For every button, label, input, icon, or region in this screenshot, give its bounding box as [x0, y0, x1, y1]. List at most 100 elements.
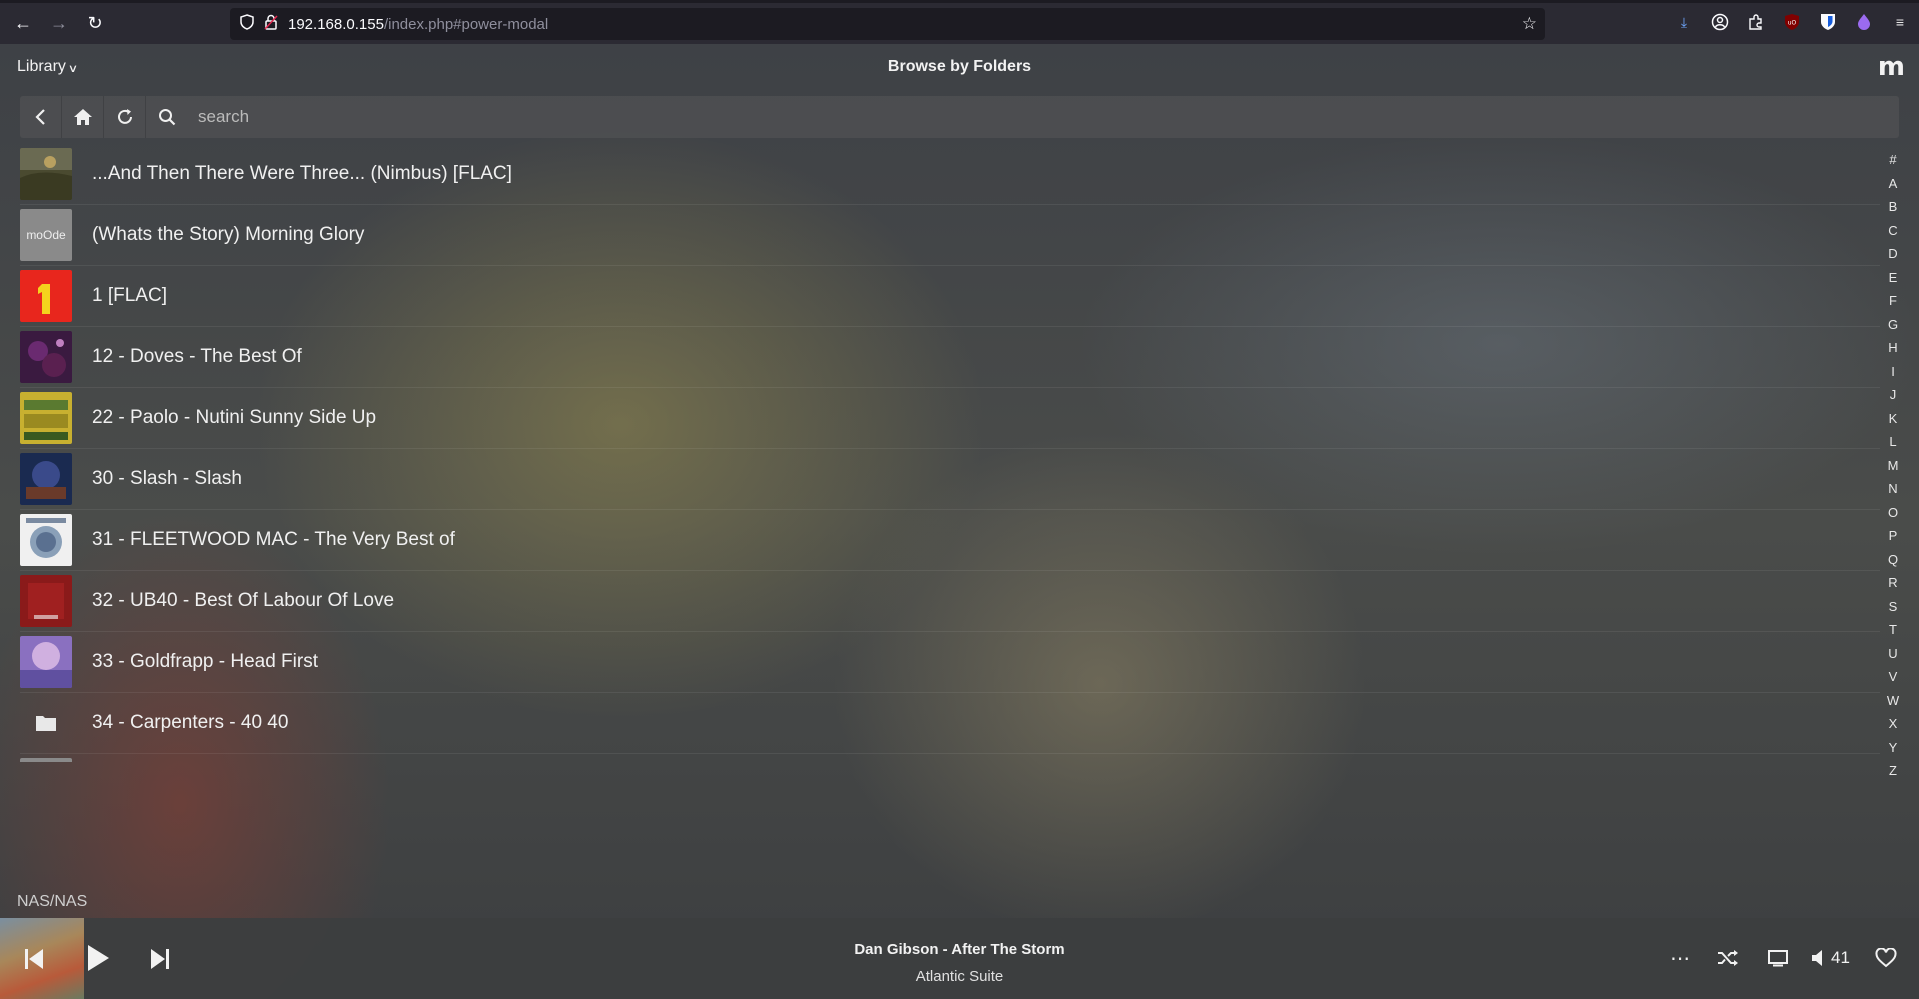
folder-label: 33 - Goldfrapp - Head First: [92, 651, 318, 672]
folder-label: 32 - UB40 - Best Of Labour Of Love: [92, 590, 395, 611]
forward-icon[interactable]: →: [41, 6, 77, 42]
alphabet-index-letter[interactable]: A: [1889, 172, 1898, 196]
alphabet-index-letter[interactable]: L: [1889, 430, 1896, 454]
now-playing-title[interactable]: Dan Gibson - After The Storm: [0, 941, 1919, 958]
alphabet-index-letter[interactable]: D: [1888, 242, 1897, 266]
shuffle-icon[interactable]: [1714, 945, 1742, 971]
folder-row[interactable]: 30 - Slash - Slash: [20, 449, 1880, 510]
folder-row[interactable]: 32 - UB40 - Best Of Labour Of Love: [20, 571, 1880, 632]
search-icon[interactable]: [146, 96, 188, 138]
menu-hamburger-icon[interactable]: ≡: [1891, 13, 1909, 31]
album-cover-thumbnail: [20, 392, 72, 444]
album-cover-thumbnail: [20, 514, 72, 566]
now-playing-album[interactable]: Atlantic Suite: [0, 968, 1919, 985]
alphabet-index-letter[interactable]: C: [1888, 219, 1897, 243]
alphabet-index-letter[interactable]: Z: [1889, 759, 1897, 783]
alphabet-index-letter[interactable]: Q: [1888, 548, 1898, 572]
alphabet-index-letter[interactable]: N: [1888, 477, 1897, 501]
more-options-icon[interactable]: ⋯: [1666, 946, 1694, 970]
moode-app: Library ∨ Browse by Folders m ...And The…: [0, 44, 1919, 999]
folder-label: 34 - Carpenters - 40 40: [92, 712, 289, 733]
folder-label: ...And Then There Were Three... (Nimbus)…: [92, 163, 512, 184]
folder-row[interactable]: moOde37 Days: [20, 754, 1880, 762]
folder-label: 1 [FLAC]: [92, 285, 167, 306]
folder-label: 22 - Paolo - Nutini Sunny Side Up: [92, 407, 377, 428]
alphabet-index-letter[interactable]: U: [1888, 642, 1897, 666]
browser-toolbar: ← → ↻ 192.168.0.155/index.php#power-moda…: [0, 0, 1919, 44]
alphabet-index-letter[interactable]: R: [1888, 571, 1897, 595]
alphabet-index-letter[interactable]: F: [1889, 289, 1897, 313]
app-header: Library ∨ Browse by Folders m: [0, 44, 1919, 94]
account-icon[interactable]: [1711, 13, 1729, 31]
ublock-icon[interactable]: uO: [1783, 13, 1801, 31]
alphabet-index-letter[interactable]: B: [1889, 195, 1898, 219]
insecure-lock-icon[interactable]: [264, 14, 278, 34]
svg-text:uO: uO: [1788, 20, 1797, 27]
album-cover-thumbnail: [20, 148, 72, 200]
url-bar[interactable]: 192.168.0.155/index.php#power-modal ☆: [230, 8, 1545, 40]
bitwarden-icon[interactable]: [1819, 13, 1837, 31]
extension-purple-icon[interactable]: [1855, 13, 1873, 31]
moode-default-cover: moOde: [20, 209, 72, 261]
album-cover-thumbnail: [20, 270, 72, 322]
alphabet-index-letter[interactable]: G: [1888, 313, 1898, 337]
display-icon[interactable]: [1764, 945, 1792, 971]
favorite-heart-icon[interactable]: [1872, 945, 1900, 971]
album-cover-thumbnail: [20, 331, 72, 383]
volume-level: 41: [1831, 948, 1850, 967]
folder-row[interactable]: 1 [FLAC]: [20, 266, 1880, 327]
folder-list: ...And Then There Were Three... (Nimbus)…: [20, 144, 1880, 762]
browse-toolbar: [20, 96, 1899, 138]
folder-label: 12 - Doves - The Best Of: [92, 346, 302, 367]
alphabet-index-letter[interactable]: M: [1888, 454, 1899, 478]
moode-cover-text: moOde: [26, 228, 66, 242]
alphabet-index-letter[interactable]: P: [1889, 524, 1898, 548]
folder-row[interactable]: 31 - FLEETWOOD MAC - The Very Best of: [20, 510, 1880, 571]
shield-icon[interactable]: [240, 14, 254, 34]
folder-icon: [20, 697, 72, 749]
folder-row[interactable]: 22 - Paolo - Nutini Sunny Side Up: [20, 388, 1880, 449]
refresh-icon[interactable]: [104, 96, 146, 138]
folder-row[interactable]: 34 - Carpenters - 40 40: [20, 693, 1880, 754]
bookmark-star-icon[interactable]: ☆: [1522, 14, 1537, 34]
alphabet-index-letter[interactable]: #: [1889, 148, 1896, 172]
playback-bar: Dan Gibson - After The Storm Atlantic Su…: [0, 918, 1919, 999]
back-icon[interactable]: ←: [5, 6, 41, 42]
alphabet-index-letter[interactable]: H: [1888, 336, 1897, 360]
folder-row[interactable]: 33 - Goldfrapp - Head First: [20, 632, 1880, 693]
extensions-puzzle-icon[interactable]: [1747, 13, 1765, 31]
alphabet-index-letter[interactable]: W: [1887, 689, 1899, 713]
alphabet-index-letter[interactable]: J: [1890, 383, 1897, 407]
search-input[interactable]: [188, 96, 1899, 138]
alphabet-index-letter[interactable]: X: [1889, 712, 1898, 736]
back-chevron-icon[interactable]: [20, 96, 62, 138]
alphabet-index-letter[interactable]: S: [1889, 595, 1898, 619]
alphabet-index-letter[interactable]: K: [1889, 407, 1898, 431]
folder-label: (Whats the Story) Morning Glory: [92, 224, 365, 245]
alphabet-index-letter[interactable]: V: [1889, 665, 1898, 689]
speaker-icon: [1812, 950, 1822, 966]
alphabet-index: # A B C D E F G H I J K L M N O P Q R S T U V W X Y Z: [1883, 148, 1903, 783]
album-cover-thumbnail: [20, 575, 72, 627]
current-path: NAS/NAS: [17, 893, 88, 910]
home-icon[interactable]: [62, 96, 104, 138]
folder-label: 31 - FLEETWOOD MAC - The Very Best of: [92, 529, 455, 550]
alphabet-index-letter[interactable]: O: [1888, 501, 1898, 525]
folder-label: 30 - Slash - Slash: [92, 468, 242, 489]
url-host: 192.168.0.155: [288, 15, 384, 33]
alphabet-index-letter[interactable]: E: [1889, 266, 1898, 290]
page-title: Browse by Folders: [887, 58, 1032, 75]
reload-icon[interactable]: ↻: [77, 6, 113, 42]
alphabet-index-letter[interactable]: T: [1889, 618, 1897, 642]
moode-logo-menu[interactable]: m: [1878, 52, 1905, 82]
url-path: /index.php#power-modal: [383, 15, 549, 33]
folder-row[interactable]: moOde (Whats the Story) Morning Glory: [20, 205, 1880, 266]
download-icon[interactable]: ⤓: [1675, 13, 1693, 31]
moode-default-cover: moOde: [20, 758, 72, 762]
volume-control[interactable]: 41: [1810, 943, 1850, 973]
alphabet-index-letter[interactable]: Y: [1889, 736, 1898, 760]
folder-row[interactable]: ...And Then There Were Three... (Nimbus)…: [20, 144, 1880, 205]
alphabet-index-letter[interactable]: I: [1891, 360, 1895, 384]
album-cover-thumbnail: [20, 453, 72, 505]
folder-row[interactable]: 12 - Doves - The Best Of: [20, 327, 1880, 388]
